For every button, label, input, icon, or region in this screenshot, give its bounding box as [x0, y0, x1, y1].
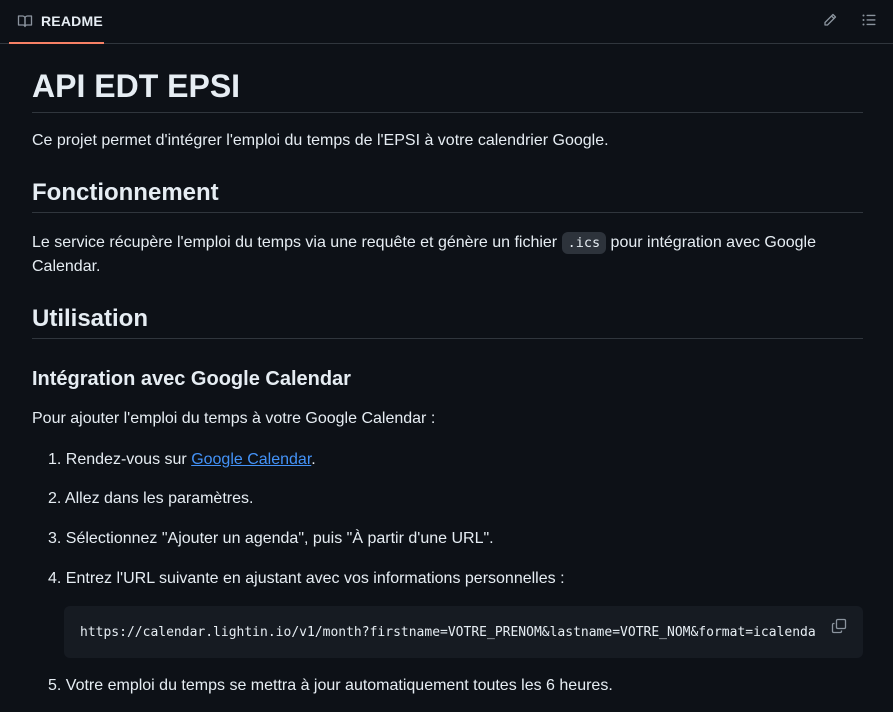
ics-code: .ics — [561, 232, 607, 254]
utilisation-lead: Pour ajouter l'emploi du temps à votre G… — [32, 410, 436, 427]
list-item-text: Allez dans les paramètres. — [64, 490, 254, 507]
outline-button[interactable] — [857, 10, 881, 34]
list-item: 1. Rendez-vous sur Google Calendar. — [48, 448, 316, 472]
fonctionnement-text: Le service récupère l'emploi du temps vi… — [32, 231, 863, 279]
page-title: API EDT EPSI — [32, 66, 863, 113]
edit-button[interactable] — [818, 10, 842, 34]
list-item-suffix: . — [311, 451, 316, 468]
list-item-text: Entrez l'URL suivante en ajustant avec v… — [65, 570, 565, 587]
copy-icon — [831, 618, 847, 639]
code-block: https://calendar.lightin.io/v1/month?fir… — [64, 606, 863, 658]
list-item-text: Sélectionnez "Ajouter un agenda", puis "… — [65, 530, 494, 547]
fonctionnement-text-before: Le service récupère l'emploi du temps vi… — [32, 234, 562, 251]
list-number: 5. — [48, 677, 62, 694]
list-number: 1. — [48, 451, 62, 468]
list-number: 4. — [48, 570, 62, 587]
list-number: 2. — [48, 490, 62, 507]
copy-button[interactable] — [829, 618, 849, 638]
intro-text: Ce projet permet d'intégrer l'emploi du … — [32, 132, 609, 149]
list-item: 3. Sélectionnez "Ajouter un agenda", pui… — [48, 527, 494, 551]
book-icon — [17, 13, 33, 29]
readme-header: README — [0, 0, 893, 44]
heading-fonctionnement: Fonctionnement — [32, 178, 863, 213]
list-item-text: Votre emploi du temps se mettra à jour a… — [65, 677, 613, 694]
list-item: 5. Votre emploi du temps se mettra à jou… — [48, 674, 613, 698]
list-unordered-icon — [861, 12, 877, 33]
tab-readme[interactable]: README — [9, 0, 104, 44]
list-item: 2. Allez dans les paramètres. — [48, 487, 253, 511]
google-calendar-link[interactable]: Google Calendar — [191, 451, 311, 468]
list-number: 3. — [48, 530, 62, 547]
heading-google-calendar: Intégration avec Google Calendar — [32, 368, 351, 390]
fonctionnement-text-after: pour intégration avec Google — [606, 234, 817, 251]
heading-utilisation: Utilisation — [32, 304, 863, 339]
list-item: 4. Entrez l'URL suivante en ajustant ave… — [48, 567, 565, 591]
pencil-icon — [822, 12, 838, 33]
tab-label: README — [41, 13, 103, 29]
fonctionnement-text-line2: Calendar. — [32, 258, 101, 275]
calendar-url-code[interactable]: https://calendar.lightin.io/v1/month?fir… — [80, 623, 818, 643]
list-item-text: Rendez-vous sur — [65, 451, 192, 468]
